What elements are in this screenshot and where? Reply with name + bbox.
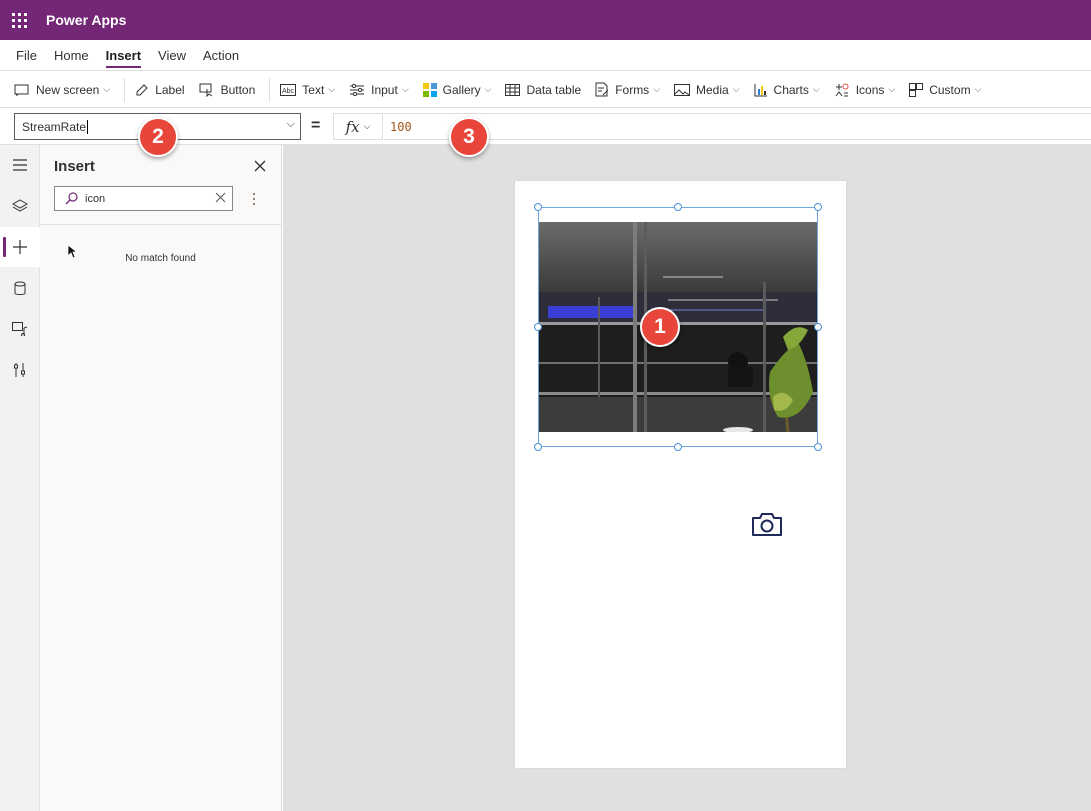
label-icon bbox=[136, 83, 148, 95]
property-value: StreamRate bbox=[22, 120, 87, 134]
ribbon-divider bbox=[124, 77, 126, 102]
input-dropdown[interactable]: Input ⌵ bbox=[349, 83, 409, 97]
label-button[interactable]: Label bbox=[135, 83, 185, 97]
chevron-down-icon: ⌵ bbox=[363, 121, 371, 131]
charts-dropdown[interactable]: Charts ⌵ bbox=[754, 83, 820, 97]
fx-icon: fx bbox=[345, 117, 360, 136]
chevron-down-icon: ⌵ bbox=[286, 118, 295, 130]
no-match-message: No match found bbox=[125, 253, 196, 264]
button-icon bbox=[199, 83, 212, 97]
formula-input[interactable]: 100 bbox=[384, 113, 1091, 140]
button-button[interactable]: Button bbox=[199, 83, 255, 97]
text-dropdown[interactable]: Abc Text ⌵ bbox=[280, 83, 335, 97]
callout-badge-1: 1 bbox=[640, 307, 680, 347]
callout-badge-3: 3 bbox=[449, 117, 489, 157]
media-icon[interactable] bbox=[0, 309, 40, 349]
chart-icon bbox=[754, 83, 767, 96]
hamburger-icon[interactable] bbox=[0, 145, 40, 185]
media-dropdown[interactable]: Media ⌵ bbox=[674, 83, 740, 97]
fx-button[interactable]: fx ⌵ bbox=[333, 113, 383, 140]
resize-handle-right[interactable] bbox=[814, 323, 822, 331]
chevron-down-icon: ⌵ bbox=[974, 84, 982, 94]
custom-icon bbox=[909, 82, 924, 97]
ribbon: New screen ⌵ Label Button Abc Text ⌵ Input… bbox=[0, 72, 1091, 108]
new-screen-button[interactable]: New screen ⌵ bbox=[14, 83, 110, 97]
menu-action[interactable]: Action bbox=[203, 44, 239, 67]
icons-icon bbox=[835, 83, 849, 96]
search-input[interactable] bbox=[85, 192, 205, 205]
icons-dropdown[interactable]: Icons ⌵ bbox=[834, 82, 896, 98]
resize-handle-bottom[interactable] bbox=[674, 443, 682, 451]
insert-pane: Insert No match found bbox=[40, 145, 282, 811]
input-icon bbox=[350, 83, 365, 96]
custom-dropdown[interactable]: Custom ⌵ bbox=[909, 82, 982, 97]
layers-icon[interactable] bbox=[0, 186, 40, 226]
clear-search-icon[interactable] bbox=[215, 192, 226, 206]
chevron-down-icon: ⌵ bbox=[653, 84, 661, 94]
chevron-down-icon: ⌵ bbox=[401, 84, 409, 94]
search-box[interactable] bbox=[54, 186, 233, 211]
menu-home[interactable]: Home bbox=[54, 44, 89, 67]
chevron-down-icon: ⌵ bbox=[328, 84, 336, 94]
canvas-area[interactable] bbox=[283, 145, 1091, 811]
chevron-down-icon: ⌵ bbox=[103, 84, 111, 94]
menu-view[interactable]: View bbox=[158, 44, 186, 67]
text-caret bbox=[87, 120, 89, 134]
tools-icon[interactable] bbox=[0, 350, 40, 390]
pane-title: Insert bbox=[54, 158, 95, 175]
resize-handle-bottom-left[interactable] bbox=[534, 443, 542, 451]
camera-icon[interactable] bbox=[751, 511, 783, 540]
close-icon[interactable] bbox=[250, 156, 270, 176]
forms-icon bbox=[595, 82, 609, 97]
data-table-button[interactable]: Data table bbox=[505, 83, 581, 97]
pane-divider bbox=[40, 224, 281, 225]
gallery-dropdown[interactable]: Gallery ⌵ bbox=[422, 82, 492, 97]
app-screen[interactable] bbox=[515, 181, 846, 768]
equals-sign: = bbox=[311, 117, 321, 134]
menu-insert[interactable]: Insert bbox=[105, 44, 142, 68]
chevron-down-icon: ⌵ bbox=[812, 84, 820, 94]
plus-icon[interactable] bbox=[0, 227, 40, 267]
text-icon: Abc bbox=[280, 83, 297, 96]
menu-bar: File Home Insert View Action bbox=[0, 40, 1091, 71]
new-screen-icon bbox=[14, 84, 29, 95]
chevron-down-icon: ⌵ bbox=[732, 84, 740, 94]
ribbon-divider bbox=[269, 77, 271, 102]
chevron-down-icon: ⌵ bbox=[888, 84, 896, 94]
resize-handle-top-right[interactable] bbox=[814, 203, 822, 211]
data-table-icon bbox=[505, 83, 521, 96]
resize-handle-bottom-right[interactable] bbox=[814, 443, 822, 451]
database-icon[interactable] bbox=[0, 268, 40, 308]
more-options-icon[interactable] bbox=[246, 189, 262, 209]
forms-dropdown[interactable]: Forms ⌵ bbox=[595, 82, 660, 97]
search-icon bbox=[65, 192, 78, 205]
resize-handle-left[interactable] bbox=[534, 323, 542, 331]
resize-handle-top[interactable] bbox=[674, 203, 682, 211]
image-icon bbox=[674, 83, 691, 96]
title-bar: Power Apps bbox=[0, 0, 1091, 40]
app-title: Power Apps bbox=[46, 12, 127, 28]
callout-badge-2: 2 bbox=[138, 117, 178, 157]
left-rail bbox=[0, 145, 40, 811]
menu-file[interactable]: File bbox=[16, 44, 37, 67]
svg-text:Abc: Abc bbox=[282, 88, 295, 95]
resize-handle-top-left[interactable] bbox=[534, 203, 542, 211]
gallery-icon bbox=[422, 82, 437, 97]
chevron-down-icon: ⌵ bbox=[484, 84, 492, 94]
waffle-icon[interactable] bbox=[0, 0, 38, 40]
